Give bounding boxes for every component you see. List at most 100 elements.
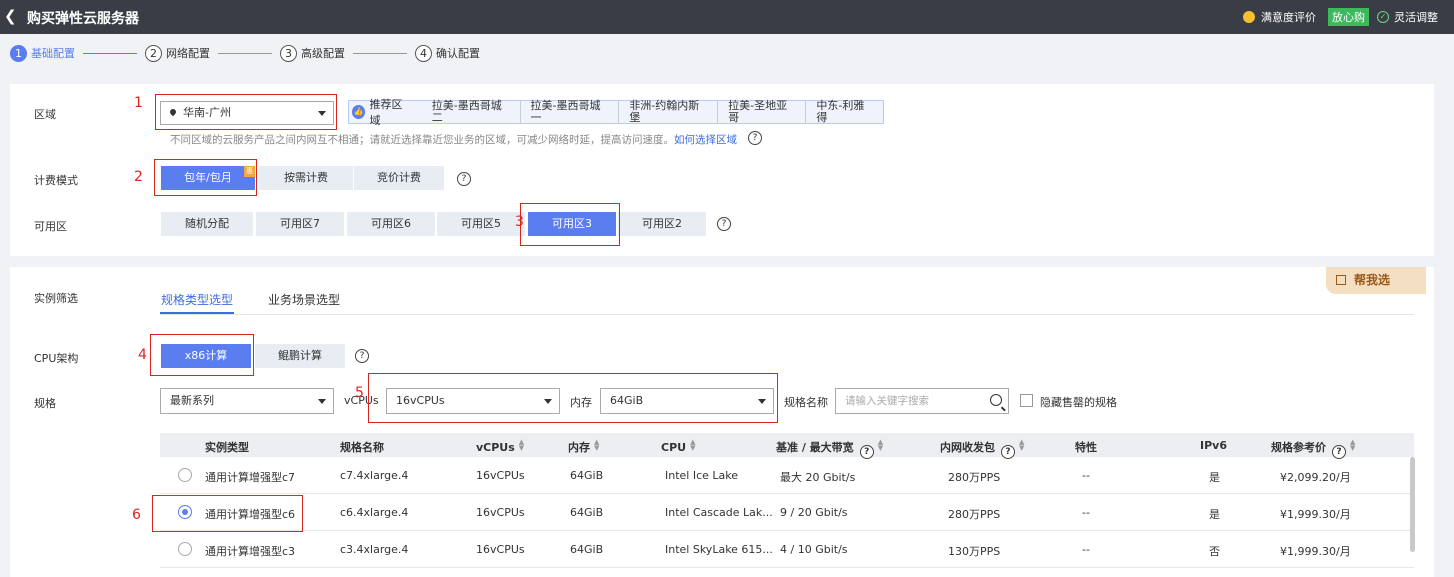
smiley-icon xyxy=(1243,11,1255,23)
spec-name-label: 规格名称 xyxy=(784,396,828,409)
step-divider xyxy=(218,52,272,54)
az-random[interactable]: 随机分配 xyxy=(161,212,253,236)
az-label: 可用区 xyxy=(34,220,67,233)
select-icon xyxy=(1336,275,1346,285)
table-row[interactable]: 通用计算增强型c3 c3.4xlarge.4 16vCPUs 64GiB Int… xyxy=(160,531,1414,568)
cell-price: ¥1,999.30/月 xyxy=(1280,545,1351,558)
sort-icon[interactable]: ▲ ▼ xyxy=(1350,439,1355,452)
spec-label: 规格 xyxy=(34,397,56,410)
step-4-label[interactable]: 确认配置 xyxy=(436,45,480,61)
wizard-steps: 1 基础配置 2 网络配置 3 高级配置 4 确认配置 xyxy=(10,44,480,62)
step-divider xyxy=(83,52,137,54)
col-label: 内存 xyxy=(568,441,590,454)
tab-scenario[interactable]: 业务场景选型 xyxy=(268,291,340,308)
sort-icon[interactable]: ▲ ▼ xyxy=(690,439,695,452)
cell-bandwidth: 4 / 10 Gbit/s xyxy=(780,543,848,556)
table-scrollbar[interactable] xyxy=(1410,457,1415,552)
az-2[interactable]: 可用区2 xyxy=(618,212,706,236)
hide-soldout-label: 隐藏售罄的规格 xyxy=(1040,396,1117,409)
col-label: vCPUs xyxy=(476,441,515,454)
annotation-number: 6 xyxy=(132,507,141,523)
col-label: 基准 / 最大带宽 xyxy=(776,441,854,454)
header-actions: 满意度评价 放心购 ✓ 灵活调整 xyxy=(1243,8,1438,26)
billing-pay-per-use[interactable]: 按需计费 xyxy=(259,166,353,190)
step-3-label[interactable]: 高级配置 xyxy=(301,45,345,61)
cpu-kunpeng[interactable]: 鲲鹏计算 xyxy=(255,344,345,368)
spec-search-input[interactable]: 请输入关键字搜索 xyxy=(835,388,1009,414)
annotation-box xyxy=(154,159,257,196)
row-radio[interactable] xyxy=(178,468,192,482)
region-option[interactable]: 拉美-墨西哥城二 xyxy=(422,100,521,124)
cell-vcpus: 16vCPUs xyxy=(476,543,525,556)
annotation-box xyxy=(368,373,778,423)
cpu-arch-label: CPU架构 xyxy=(34,352,79,365)
sort-icon[interactable]: ▲ ▼ xyxy=(519,439,524,452)
flexible-adjust-link[interactable]: 灵活调整 xyxy=(1394,9,1438,25)
annotation-number: 3 xyxy=(515,214,524,230)
help-icon[interactable]: ? xyxy=(717,217,731,231)
region-option[interactable]: 中东-利雅得 xyxy=(806,100,883,124)
region-option[interactable]: 拉美-墨西哥城一 xyxy=(521,100,620,124)
region-option[interactable]: 非洲-约翰内斯堡 xyxy=(619,100,719,124)
sort-icon[interactable]: ▲ ▼ xyxy=(594,439,599,452)
annotation-number: 2 xyxy=(134,169,143,185)
help-me-label: 帮我选 xyxy=(1354,273,1391,287)
assurance-badge[interactable]: 放心购 xyxy=(1328,8,1369,26)
thumbs-up-icon: 👍 xyxy=(352,105,366,119)
cell-bandwidth: 最大 20 Gbit/s xyxy=(780,471,856,484)
cell-price: ¥2,099.20/月 xyxy=(1280,471,1351,484)
cell-ipv6: 是 xyxy=(1209,471,1220,484)
satisfaction-link[interactable]: 满意度评价 xyxy=(1261,9,1316,25)
az-7[interactable]: 可用区7 xyxy=(256,212,344,236)
sort-icon[interactable]: ▲ ▼ xyxy=(1019,439,1024,452)
col-price[interactable]: 规格参考价 ?▲ ▼ xyxy=(1271,439,1355,459)
tab-spec-type[interactable]: 规格类型选型 xyxy=(161,291,233,308)
annotation-box xyxy=(150,334,254,376)
instance-panel: 实例筛选 规格类型选型 业务场景选型 帮我选 CPU架构 x86计算 鲲鹏计算 … xyxy=(10,267,1434,577)
top-header: ❮ 购买弹性云服务器 满意度评价 放心购 ✓ 灵活调整 xyxy=(0,0,1454,34)
row-radio[interactable] xyxy=(178,542,192,556)
hide-soldout-checkbox[interactable] xyxy=(1020,394,1033,407)
chevron-down-icon xyxy=(318,399,326,404)
annotation-box xyxy=(155,94,337,130)
help-icon[interactable]: ? xyxy=(457,172,471,186)
az-5[interactable]: 可用区5 xyxy=(437,212,525,236)
cell-feature: -- xyxy=(1082,469,1090,482)
col-bandwidth[interactable]: 基准 / 最大带宽 ?▲ ▼ xyxy=(776,439,883,459)
col-label: 内网收发包 xyxy=(940,441,995,454)
back-icon[interactable]: ❮ xyxy=(4,7,17,25)
annotation-number: 5 xyxy=(355,385,364,401)
search-icon[interactable] xyxy=(990,394,1002,406)
billing-label: 计费模式 xyxy=(34,174,78,187)
table-header: 实例类型 规格名称 vCPUs ▲ ▼ 内存 ▲ ▼ CPU ▲ ▼ 基准 / 最大带宽 ?▲… xyxy=(160,433,1414,459)
basic-config-panel: 区域 华南-广州 👍 推荐区域 拉美-墨西哥城二 拉美-墨西哥城一 非洲-约翰内… xyxy=(10,84,1434,256)
table-row[interactable]: 通用计算增强型c6 c6.4xlarge.4 16vCPUs 64GiB Int… xyxy=(160,494,1414,531)
cell-feature: -- xyxy=(1082,506,1090,519)
cell-name: c6.4xlarge.4 xyxy=(340,506,409,519)
region-hint: 不同区域的云服务产品之间内网互不相通；请就近选择靠近您业务的区域，可减少网络时延… xyxy=(170,132,737,147)
col-cpu[interactable]: CPU ▲ ▼ xyxy=(661,439,695,455)
region-option[interactable]: 拉美-圣地亚哥 xyxy=(718,100,807,124)
sort-icon[interactable]: ▲ ▼ xyxy=(878,439,883,452)
step-1-label[interactable]: 基础配置 xyxy=(31,45,75,61)
billing-spot[interactable]: 竞价计费 xyxy=(354,166,444,190)
table-row[interactable]: 通用计算增强型c7 c7.4xlarge.4 16vCPUs 64GiB Int… xyxy=(160,457,1414,494)
cell-memory: 64GiB xyxy=(570,506,604,519)
help-icon[interactable]: ? xyxy=(748,131,762,145)
help-me-choose-button[interactable]: 帮我选 xyxy=(1326,267,1426,294)
series-select[interactable]: 最新系列 xyxy=(160,388,334,414)
col-label: 规格名称 xyxy=(340,441,384,454)
how-to-choose-region-link[interactable]: 如何选择区域 xyxy=(674,134,737,146)
col-vcpus[interactable]: vCPUs ▲ ▼ xyxy=(476,439,524,455)
help-icon[interactable]: ? xyxy=(355,349,369,363)
cell-price: ¥1,999.30/月 xyxy=(1280,508,1351,521)
col-pps[interactable]: 内网收发包 ?▲ ▼ xyxy=(940,439,1024,459)
recommend-label: 推荐区域 xyxy=(369,98,403,127)
col-memory[interactable]: 内存 ▲ ▼ xyxy=(568,439,599,455)
cell-name: c3.4xlarge.4 xyxy=(340,543,409,556)
az-6[interactable]: 可用区6 xyxy=(347,212,435,236)
cell-memory: 64GiB xyxy=(570,543,604,556)
step-2-label[interactable]: 网络配置 xyxy=(166,45,210,61)
series-value: 最新系列 xyxy=(170,394,214,407)
cell-name: c7.4xlarge.4 xyxy=(340,469,409,482)
